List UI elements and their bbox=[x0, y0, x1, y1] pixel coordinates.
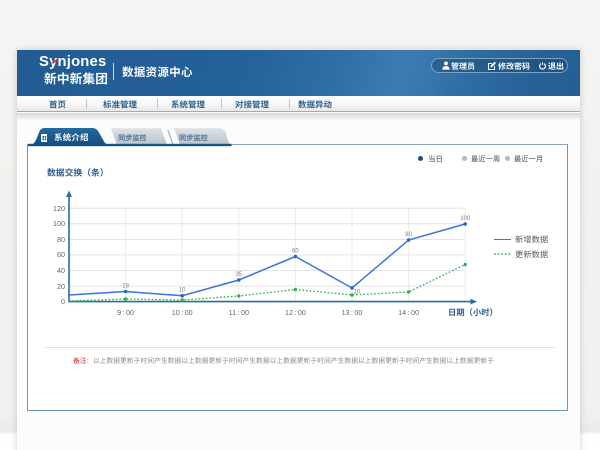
svg-text:80: 80 bbox=[405, 232, 412, 238]
svg-text:10: 10 bbox=[179, 288, 186, 294]
svg-text:100: 100 bbox=[460, 216, 471, 222]
svg-text:35: 35 bbox=[235, 272, 242, 278]
svg-text:10: 10 bbox=[354, 290, 361, 296]
svg-text:60: 60 bbox=[292, 249, 299, 255]
svg-text:18: 18 bbox=[122, 284, 129, 290]
